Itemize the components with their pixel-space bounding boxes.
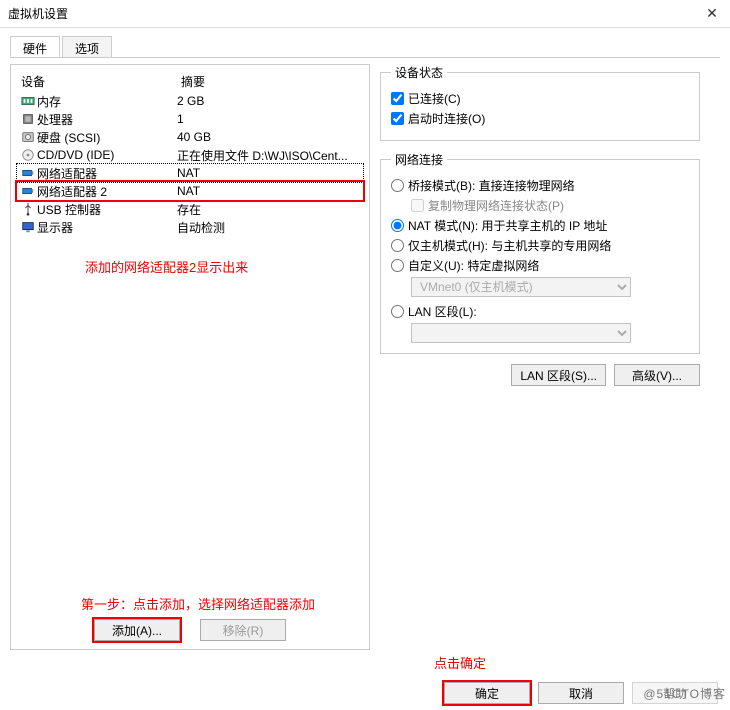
device-status-legend: 设备状态 [391, 64, 447, 81]
advanced-button[interactable]: 高级(V)... [614, 364, 700, 386]
device-name: 网络适配器 2 [37, 183, 177, 200]
col-device: 设备 [21, 73, 181, 90]
bridged-radio[interactable]: 桥接模式(B): 直接连接物理网络 [391, 177, 689, 194]
nic-icon [19, 166, 37, 180]
memory-icon [19, 94, 37, 108]
device-summary: 自动检测 [177, 219, 361, 236]
close-icon[interactable]: ✕ [702, 5, 722, 22]
tab-options[interactable]: 选项 [62, 36, 112, 57]
display-icon [19, 220, 37, 234]
device-name: 处理器 [37, 111, 177, 128]
device-name: 网络适配器 [37, 165, 177, 182]
cpu-icon [19, 112, 37, 126]
watermark: @51CTO博客 [643, 685, 726, 702]
annotation-nic2: 添加的网络适配器2显示出来 [85, 257, 248, 276]
device-row-cpu[interactable]: 处理器 1 [17, 110, 363, 128]
device-row-disk[interactable]: 硬盘 (SCSI) 40 GB [17, 128, 363, 146]
device-list-panel: 设备 摘要 内存 2 GB 处理器 1 硬盘 (SCSI) 40 GB CD/D… [10, 64, 370, 650]
cd-icon [19, 148, 37, 162]
device-summary: 2 GB [177, 94, 361, 108]
device-summary: 存在 [177, 201, 361, 218]
device-summary: NAT [177, 166, 361, 180]
usb-icon [19, 202, 37, 216]
replicate-checkbox: 复制物理网络连接状态(P) [411, 197, 689, 214]
device-name: 硬盘 (SCSI) [37, 129, 177, 146]
tab-hardware[interactable]: 硬件 [10, 36, 60, 57]
device-row-memory[interactable]: 内存 2 GB [17, 92, 363, 110]
network-connection-legend: 网络连接 [391, 151, 447, 168]
nat-radio[interactable]: NAT 模式(N): 用于共享主机的 IP 地址 [391, 217, 689, 234]
device-name: 显示器 [37, 219, 177, 236]
device-summary: NAT [177, 184, 361, 198]
device-row-cddvd[interactable]: CD/DVD (IDE) 正在使用文件 D:\WJ\ISO\Cent... [17, 146, 363, 164]
device-row-display[interactable]: 显示器 自动检测 [17, 218, 363, 236]
device-name: 内存 [37, 93, 177, 110]
lanseg-select [411, 323, 631, 343]
device-settings-panel: 设备状态 已连接(C) 启动时连接(O) 网络连接 桥接模式(B): 直接连接物… [380, 64, 700, 650]
network-connection-group: 网络连接 桥接模式(B): 直接连接物理网络 复制物理网络连接状态(P) NAT… [380, 151, 700, 354]
device-name: CD/DVD (IDE) [37, 148, 177, 162]
device-status-group: 设备状态 已连接(C) 启动时连接(O) [380, 64, 700, 141]
lanseg-radio[interactable]: LAN 区段(L): [391, 303, 689, 320]
device-row-usb[interactable]: USB 控制器 存在 [17, 200, 363, 218]
cancel-button[interactable]: 取消 [538, 682, 624, 704]
device-summary: 1 [177, 112, 361, 126]
device-summary: 40 GB [177, 130, 361, 144]
window-title: 虚拟机设置 [8, 5, 702, 22]
device-row-nic2[interactable]: 网络适配器 2 NAT [17, 182, 363, 200]
titlebar: 虚拟机设置 ✕ [0, 0, 730, 28]
col-summary: 摘要 [181, 73, 359, 90]
tabstrip: 硬件 选项 [10, 36, 720, 58]
disk-icon [19, 130, 37, 144]
device-list-header: 设备 摘要 [17, 71, 363, 92]
nic-icon [19, 184, 37, 198]
annotation-add: 第一步：点击添加，选择网络适配器添加 [81, 594, 315, 613]
add-button[interactable]: 添加(A)... [94, 619, 180, 641]
connected-checkbox[interactable]: 已连接(C) [391, 90, 689, 107]
annotation-ok: 点击确定 [434, 653, 486, 672]
ok-button[interactable]: 确定 [444, 682, 530, 704]
connect-at-poweron-checkbox[interactable]: 启动时连接(O) [391, 110, 689, 127]
custom-radio[interactable]: 自定义(U): 特定虚拟网络 [391, 257, 689, 274]
hostonly-radio[interactable]: 仅主机模式(H): 与主机共享的专用网络 [391, 237, 689, 254]
lan-segments-button[interactable]: LAN 区段(S)... [511, 364, 606, 386]
device-row-nic1[interactable]: 网络适配器 NAT [17, 164, 363, 182]
remove-button: 移除(R) [200, 619, 286, 641]
device-summary: 正在使用文件 D:\WJ\ISO\Cent... [177, 147, 361, 164]
device-name: USB 控制器 [37, 201, 177, 218]
vmnet-select: VMnet0 (仅主机模式) [411, 277, 631, 297]
